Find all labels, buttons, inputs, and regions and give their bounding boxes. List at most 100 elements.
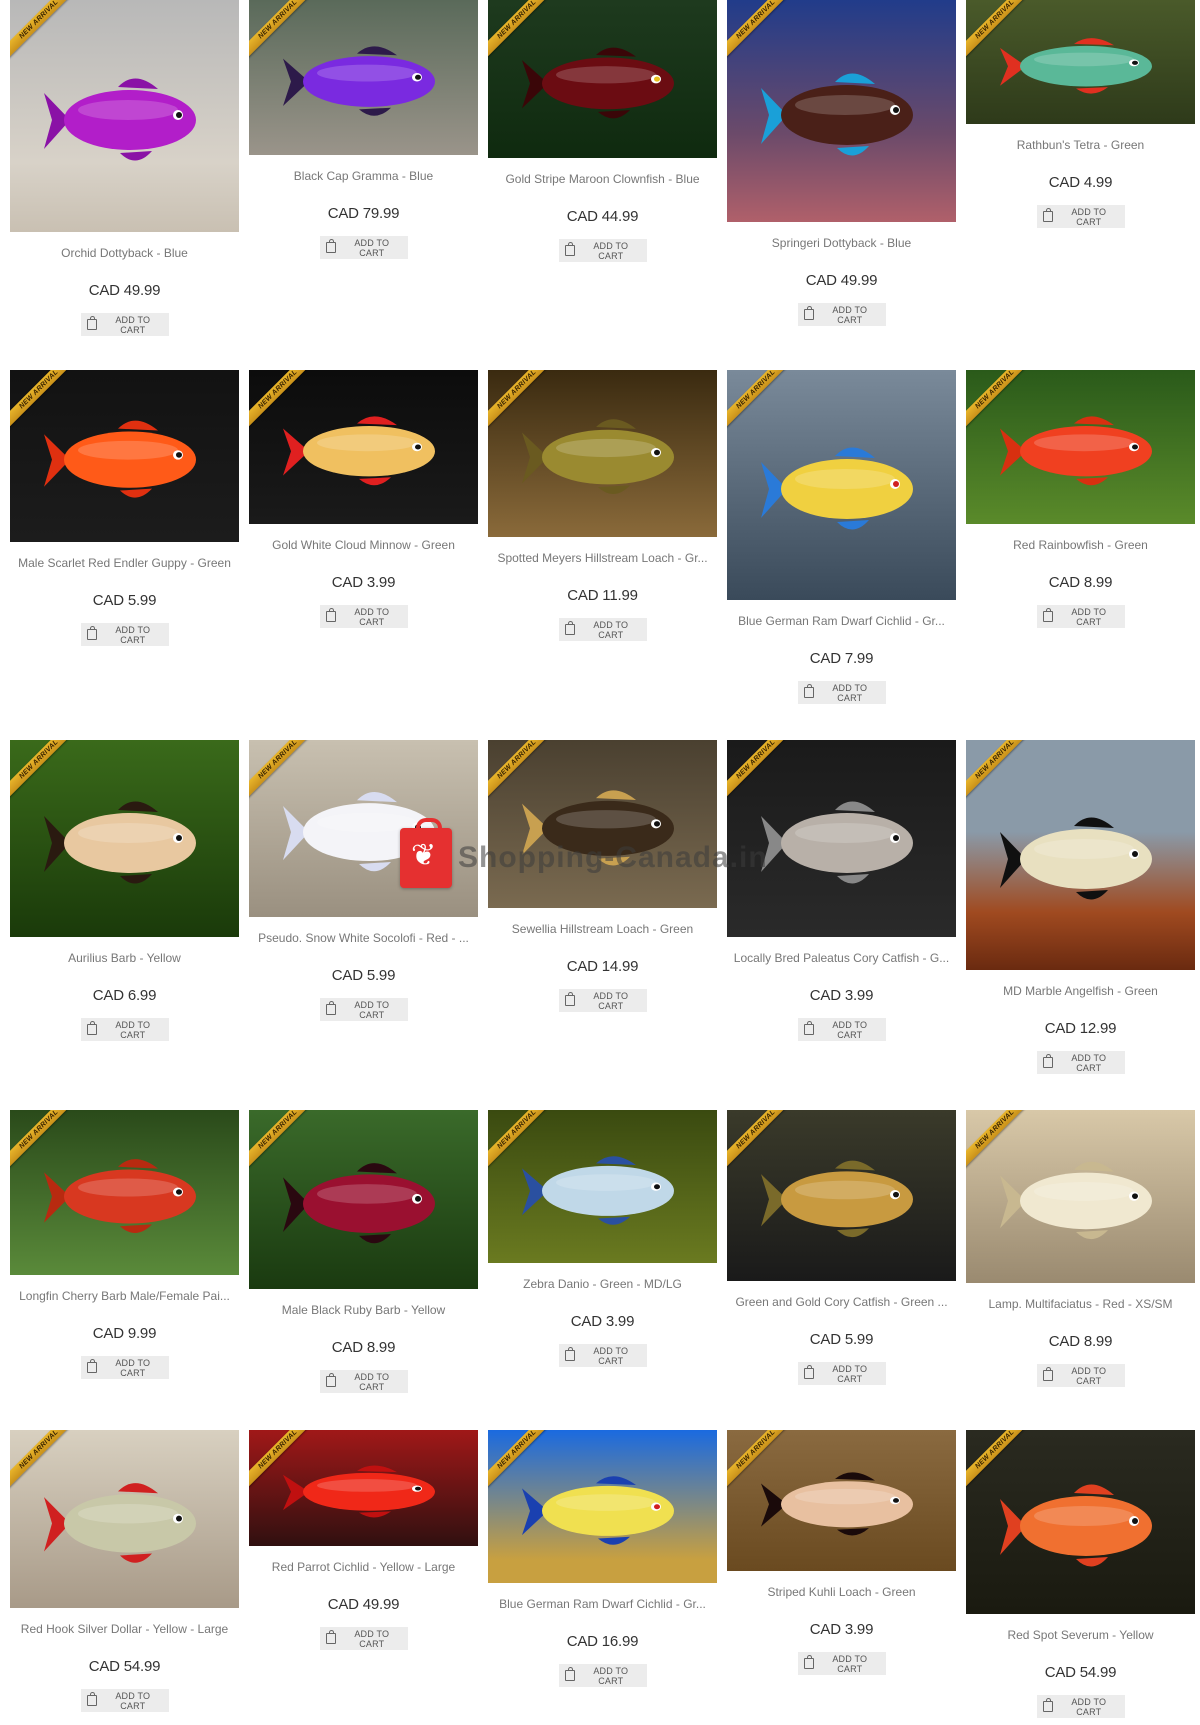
product-image[interactable]: NEW ARRIVAL	[10, 0, 239, 232]
add-to-cart-button[interactable]: ADD TO CART	[797, 303, 886, 326]
add-to-cart-button[interactable]: ADD TO CART	[558, 989, 647, 1012]
add-to-cart-button[interactable]: ADD TO CART	[319, 236, 408, 259]
product-image[interactable]: NEW ARRIVAL	[10, 1430, 239, 1608]
add-to-cart-button[interactable]: ADD TO CART	[797, 681, 886, 704]
product-card[interactable]: NEW ARRIVAL Locally Bred Paleatus Cory Ca…	[727, 740, 956, 1041]
product-title[interactable]: Lamp. Multifaciatus - Red - XS/SM	[966, 1297, 1195, 1311]
add-to-cart-button[interactable]: ADD TO CART	[80, 1356, 169, 1379]
product-image[interactable]: NEW ARRIVAL	[488, 370, 717, 537]
product-card[interactable]: NEW ARRIVAL Red Parrot Cichlid - Yellow -…	[249, 1430, 478, 1650]
product-image[interactable]: NEW ARRIVAL	[488, 1430, 717, 1583]
product-card[interactable]: NEW ARRIVAL Red Spot Severum - Yellow CAD …	[966, 1430, 1195, 1718]
add-to-cart-button[interactable]: ADD TO CART	[558, 1664, 647, 1687]
product-title[interactable]: Male Black Ruby Barb - Yellow	[249, 1303, 478, 1317]
add-to-cart-button[interactable]: ADD TO CART	[319, 1370, 408, 1393]
product-title[interactable]: Black Cap Gramma - Blue	[249, 169, 478, 183]
product-title[interactable]: Zebra Danio - Green - MD/LG	[488, 1277, 717, 1291]
product-title[interactable]: Locally Bred Paleatus Cory Catfish - G..…	[727, 951, 956, 965]
product-card[interactable]: NEW ARRIVAL Striped Kuhli Loach - Green CA…	[727, 1430, 956, 1675]
product-card[interactable]: NEW ARRIVAL Black Cap Gramma - Blue CAD 79…	[249, 0, 478, 259]
product-card[interactable]: NEW ARRIVAL Male Black Ruby Barb - Yellow…	[249, 1110, 478, 1393]
add-to-cart-button[interactable]: ADD TO CART	[80, 1018, 169, 1041]
add-to-cart-button[interactable]: ADD TO CART	[1036, 605, 1125, 628]
product-title[interactable]: Green and Gold Cory Catfish - Green ...	[727, 1295, 956, 1309]
product-image[interactable]: NEW ARRIVAL	[966, 1430, 1195, 1614]
new-arrival-badge-text: NEW ARRIVAL	[966, 1110, 1036, 1173]
product-image[interactable]: NEW ARRIVAL	[249, 1430, 478, 1546]
product-title[interactable]: Red Parrot Cichlid - Yellow - Large	[249, 1560, 478, 1574]
product-image[interactable]: NEW ARRIVAL	[249, 370, 478, 524]
product-image[interactable]: NEW ARRIVAL	[966, 740, 1195, 970]
product-title[interactable]: Striped Kuhli Loach - Green	[727, 1585, 956, 1599]
product-title[interactable]: MD Marble Angelfish - Green	[966, 984, 1195, 998]
product-image[interactable]: NEW ARRIVAL	[966, 0, 1195, 124]
add-to-cart-button[interactable]: ADD TO CART	[1036, 1051, 1125, 1074]
product-image[interactable]: NEW ARRIVAL	[10, 740, 239, 937]
add-to-cart-button[interactable]: ADD TO CART	[1036, 205, 1125, 228]
product-image[interactable]: NEW ARRIVAL	[727, 1430, 956, 1571]
add-to-cart-button[interactable]: ADD TO CART	[80, 623, 169, 646]
product-title[interactable]: Blue German Ram Dwarf Cichlid - Gr...	[488, 1597, 717, 1611]
product-card[interactable]: NEW ARRIVAL Longfin Cherry Barb Male/Fema…	[10, 1110, 239, 1379]
product-image[interactable]: NEW ARRIVAL	[10, 370, 239, 542]
product-image[interactable]: NEW ARRIVAL	[727, 1110, 956, 1281]
product-title[interactable]: Blue German Ram Dwarf Cichlid - Gr...	[727, 614, 956, 628]
product-card[interactable]: NEW ARRIVAL Male Scarlet Red Endler Guppy…	[10, 370, 239, 646]
product-card[interactable]: NEW ARRIVAL Red Rainbowfish - Green CAD 8.…	[966, 370, 1195, 628]
fish-icon	[999, 817, 1152, 900]
product-title[interactable]: Aurilius Barb - Yellow	[10, 951, 239, 965]
product-title[interactable]: Pseudo. Snow White Socolofi - Red - ...	[249, 931, 478, 945]
product-title[interactable]: Red Rainbowfish - Green	[966, 538, 1195, 552]
add-to-cart-button[interactable]: ADD TO CART	[1036, 1364, 1125, 1387]
product-card[interactable]: NEW ARRIVAL Gold Stripe Maroon Clownfish …	[488, 0, 717, 262]
product-image[interactable]: NEW ARRIVAL	[966, 1110, 1195, 1283]
product-card[interactable]: NEW ARRIVAL Orchid Dottyback - Blue CAD 49…	[10, 0, 239, 336]
product-image[interactable]: NEW ARRIVAL	[966, 370, 1195, 524]
product-card[interactable]: NEW ARRIVAL Green and Gold Cory Catfish -…	[727, 1110, 956, 1385]
add-to-cart-button[interactable]: ADD TO CART	[80, 313, 169, 336]
product-title[interactable]: Sewellia Hillstream Loach - Green	[488, 922, 717, 936]
product-image[interactable]: NEW ARRIVAL	[488, 0, 717, 158]
product-image[interactable]: NEW ARRIVAL	[488, 1110, 717, 1263]
add-to-cart-button[interactable]: ADD TO CART	[797, 1652, 886, 1675]
product-card[interactable]: NEW ARRIVAL Spotted Meyers Hillstream Loa…	[488, 370, 717, 641]
product-title[interactable]: Male Scarlet Red Endler Guppy - Green	[10, 556, 239, 570]
product-title[interactable]: Gold Stripe Maroon Clownfish - Blue	[488, 172, 717, 186]
new-arrival-badge-text: NEW ARRIVAL	[249, 0, 319, 63]
add-to-cart-button[interactable]: ADD TO CART	[1036, 1695, 1125, 1718]
product-title[interactable]: Longfin Cherry Barb Male/Female Pai...	[10, 1289, 239, 1303]
product-image[interactable]: NEW ARRIVAL	[10, 1110, 239, 1275]
product-title[interactable]: Springeri Dottyback - Blue	[727, 236, 956, 250]
product-title[interactable]: Red Hook Silver Dollar - Yellow - Large	[10, 1622, 239, 1636]
fish-icon	[760, 447, 913, 530]
product-card[interactable]: NEW ARRIVAL Blue German Ram Dwarf Cichlid…	[727, 370, 956, 704]
product-card[interactable]: NEW ARRIVAL MD Marble Angelfish - Green CA…	[966, 740, 1195, 1074]
product-title[interactable]: Red Spot Severum - Yellow	[966, 1628, 1195, 1642]
product-card[interactable]: NEW ARRIVAL Blue German Ram Dwarf Cichlid…	[488, 1430, 717, 1687]
add-to-cart-button[interactable]: ADD TO CART	[80, 1689, 169, 1712]
product-image[interactable]: NEW ARRIVAL	[249, 1110, 478, 1289]
product-image[interactable]: NEW ARRIVAL	[727, 0, 956, 222]
product-card[interactable]: NEW ARRIVAL Red Hook Silver Dollar - Yell…	[10, 1430, 239, 1712]
add-to-cart-button[interactable]: ADD TO CART	[797, 1362, 886, 1385]
product-image[interactable]: NEW ARRIVAL	[727, 370, 956, 600]
product-title[interactable]: Orchid Dottyback - Blue	[10, 246, 239, 260]
add-to-cart-button[interactable]: ADD TO CART	[558, 239, 647, 262]
product-card[interactable]: NEW ARRIVAL Lamp. Multifaciatus - Red - X…	[966, 1110, 1195, 1387]
add-to-cart-button[interactable]: ADD TO CART	[319, 605, 408, 628]
product-title[interactable]: Rathbun's Tetra - Green	[966, 138, 1195, 152]
add-to-cart-button[interactable]: ADD TO CART	[558, 1344, 647, 1367]
add-to-cart-button[interactable]: ADD TO CART	[558, 618, 647, 641]
add-to-cart-button[interactable]: ADD TO CART	[319, 998, 408, 1021]
add-to-cart-button[interactable]: ADD TO CART	[797, 1018, 886, 1041]
product-title[interactable]: Gold White Cloud Minnow - Green	[249, 538, 478, 552]
product-card[interactable]: NEW ARRIVAL Rathbun's Tetra - Green CAD 4.…	[966, 0, 1195, 228]
product-title[interactable]: Spotted Meyers Hillstream Loach - Gr...	[488, 551, 717, 565]
product-card[interactable]: NEW ARRIVAL Aurilius Barb - Yellow CAD 6.9…	[10, 740, 239, 1041]
product-image[interactable]: NEW ARRIVAL	[249, 0, 478, 155]
product-card[interactable]: NEW ARRIVAL Springeri Dottyback - Blue CAD…	[727, 0, 956, 326]
add-to-cart-button[interactable]: ADD TO CART	[319, 1627, 408, 1650]
product-card[interactable]: NEW ARRIVAL Zebra Danio - Green - MD/LG CA…	[488, 1110, 717, 1367]
product-card[interactable]: NEW ARRIVAL Gold White Cloud Minnow - Gre…	[249, 370, 478, 628]
add-to-cart-label: ADD TO CART	[115, 624, 151, 645]
